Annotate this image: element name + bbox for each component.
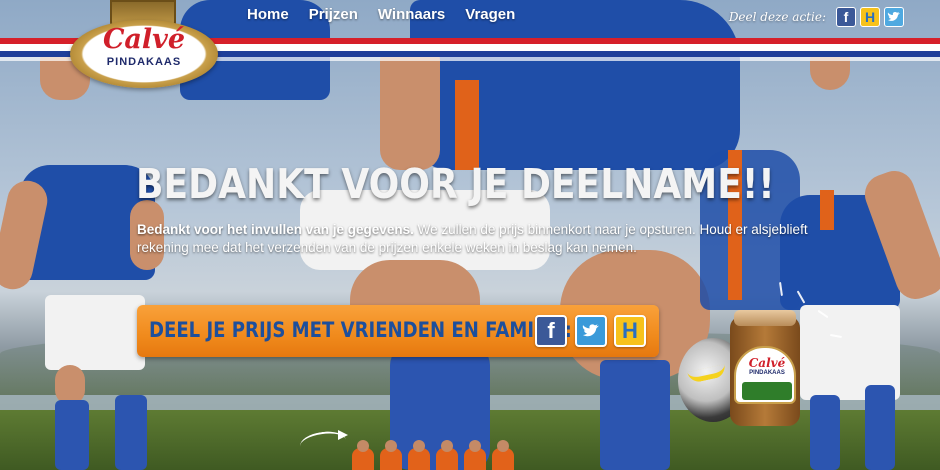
share-top: Deel deze actie: f H [729, 7, 904, 27]
logo-name: Calvé [102, 24, 186, 55]
team-huddle-image [352, 440, 542, 470]
main-nav: Home Prijzen Winnaars Vragen [247, 6, 535, 23]
hyves-icon[interactable]: H [614, 315, 646, 347]
nav-winnaars[interactable]: Winnaars [378, 6, 445, 23]
facebook-icon[interactable]: f [535, 315, 567, 347]
share-bar-label: DEEL JE PRIJS MET VRIENDEN EN FAMILIE: [149, 318, 572, 342]
nav-prijzen[interactable]: Prijzen [309, 6, 358, 23]
nav-home[interactable]: Home [247, 6, 289, 23]
twitter-icon[interactable] [884, 7, 904, 27]
arrowhead-icon [338, 430, 348, 440]
intro-text: Bedankt voor het invullen van je gegeven… [137, 221, 817, 257]
twitter-icon[interactable] [575, 315, 607, 347]
share-bar: DEEL JE PRIJS MET VRIENDEN EN FAMILIE: f… [137, 305, 659, 357]
facebook-icon[interactable]: f [836, 7, 856, 27]
jar-subtitle: PINDAKAAS [749, 370, 785, 376]
jar-brand: Calvé [748, 356, 786, 370]
calve-logo[interactable]: Calvé PINDAKAAS [70, 0, 218, 92]
intro-bold: Bedankt voor het invullen van je gegeven… [137, 222, 414, 237]
logo-subtitle: PINDAKAAS [106, 56, 182, 68]
hyves-icon[interactable]: H [860, 7, 880, 27]
share-top-label: Deel deze actie: [728, 10, 826, 24]
page-title: BEDANKT VOOR JE DEELNAME!! [136, 160, 775, 208]
nav-vragen[interactable]: Vragen [465, 6, 515, 23]
peanut-butter-jar: Calvé PINDAKAAS [730, 310, 800, 426]
